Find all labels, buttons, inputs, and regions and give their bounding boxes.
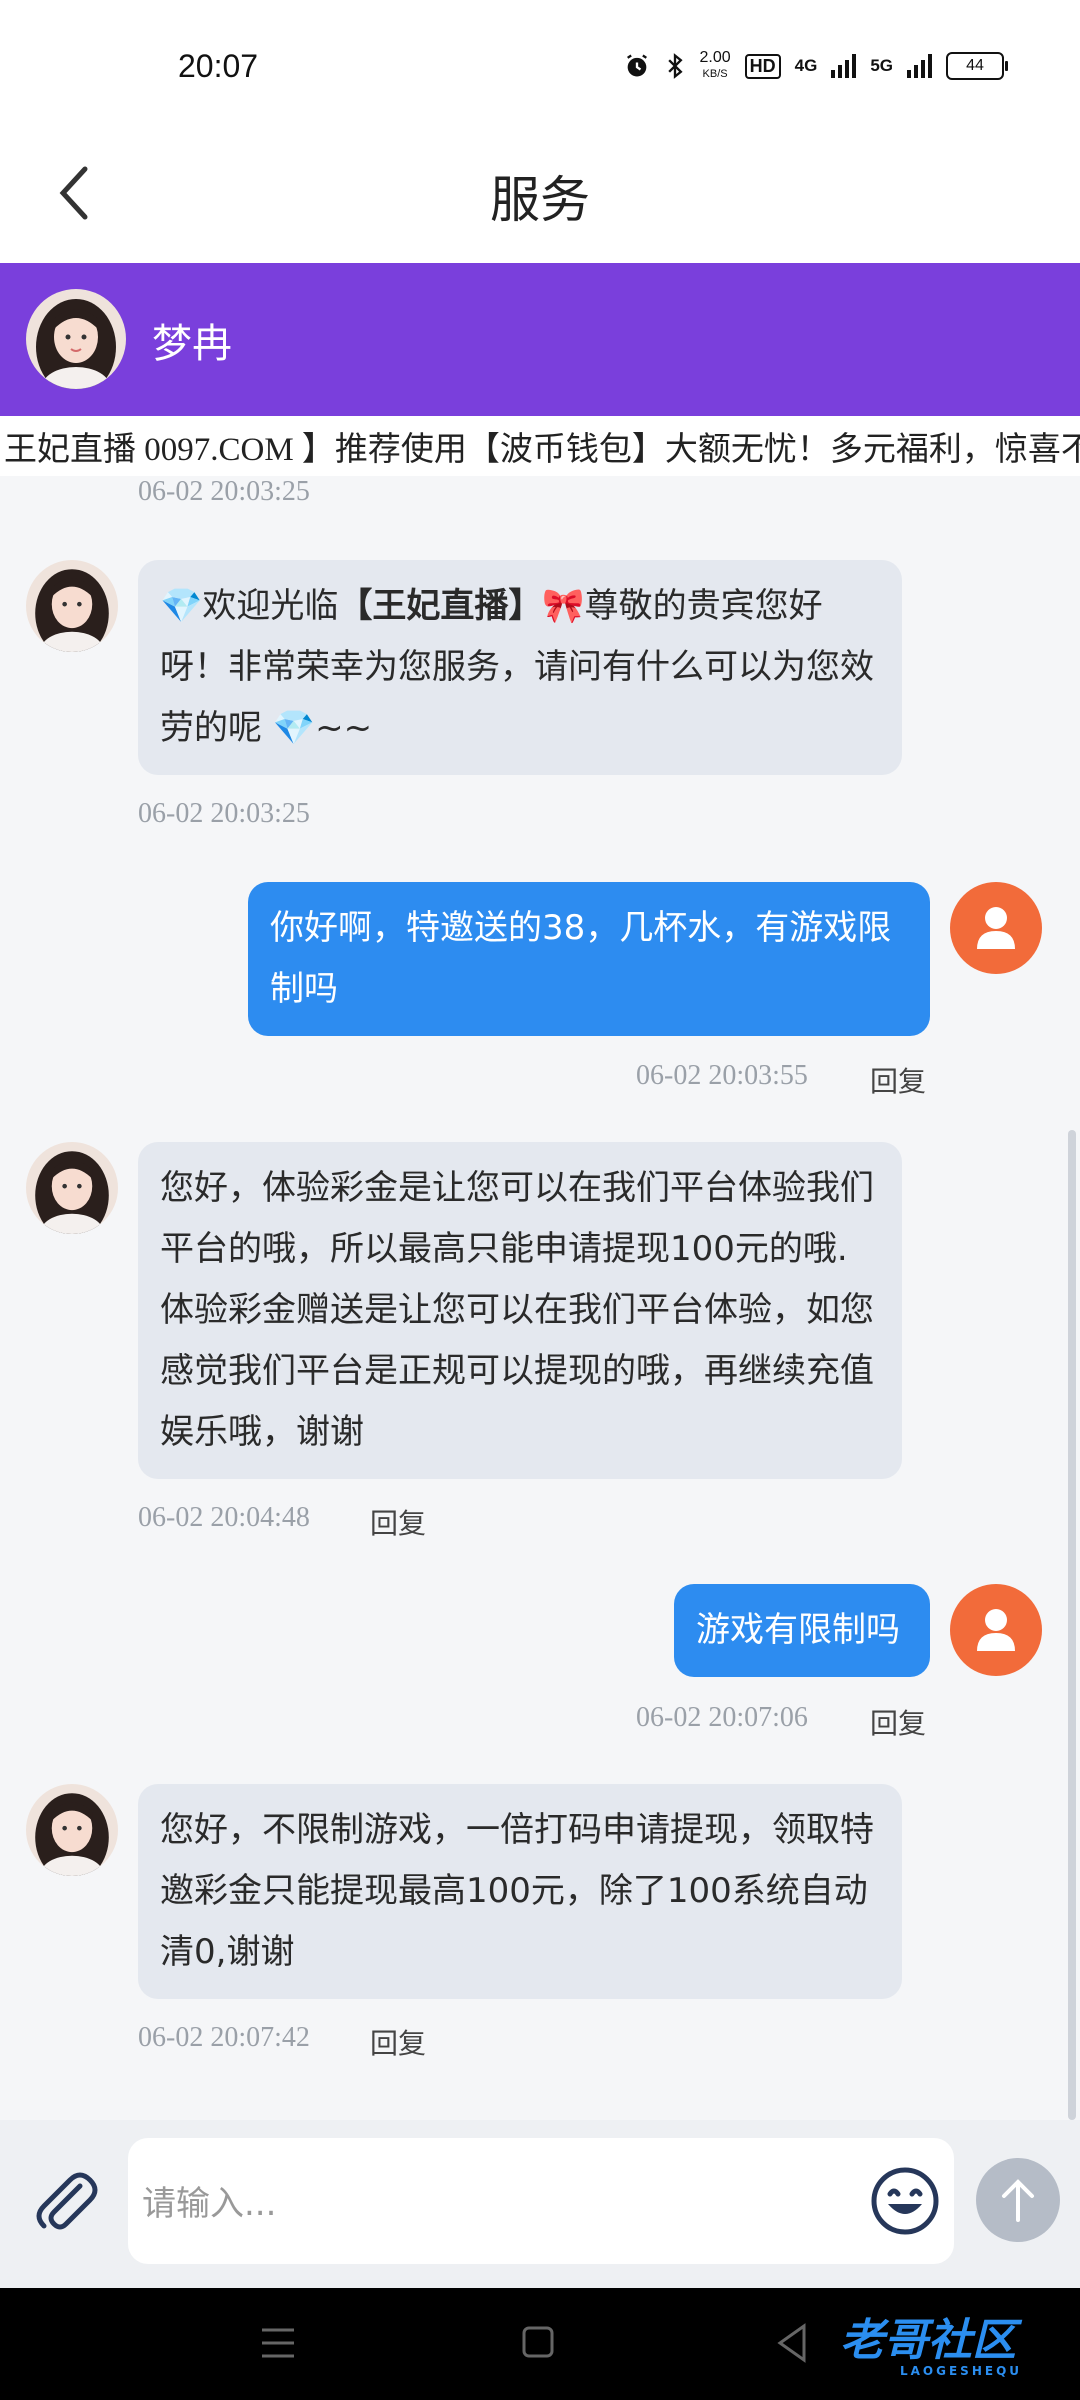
emoji-icon[interactable] xyxy=(870,2166,940,2236)
page-title: 服务 xyxy=(490,171,590,229)
hd-badge: HD xyxy=(744,53,781,79)
marquee-text: 王妃直播 0097.COM 】推荐使用【波币钱包】大额无忧！多元福利，惊喜不断 xyxy=(4,432,1080,468)
menu-icon[interactable] xyxy=(258,2318,298,2368)
status-bar: 20:07 2.00 KB/S HD 4G 5G 44 xyxy=(0,0,1080,130)
signal-icon xyxy=(907,54,932,78)
message-time: 06-02 20:03:55 xyxy=(636,1060,808,1091)
message-text: 💎欢迎光临 xyxy=(160,586,339,626)
composer: 请输入... xyxy=(0,2120,1080,2288)
input-placeholder: 请输入... xyxy=(142,2184,277,2224)
reply-button[interactable]: 回复 xyxy=(370,1502,426,1542)
message-time: 06-02 20:03:25 xyxy=(138,798,310,829)
network-5g: 5G xyxy=(870,56,893,75)
reply-button[interactable]: 回复 xyxy=(370,2022,426,2062)
user-avatar[interactable] xyxy=(950,882,1042,974)
announcement-marquee: 王妃直播 0097.COM 】推荐使用【波币钱包】大额无忧！多元福利，惊喜不断 xyxy=(0,416,1080,476)
signal-icon xyxy=(831,54,857,78)
avatar[interactable] xyxy=(26,1142,118,1234)
user-message: 你好啊，特邀送的38，几杯水，有游戏限制吗 xyxy=(248,882,930,1036)
system-nav-bar: 老哥社区 LAOGESHEQU xyxy=(0,2288,1080,2400)
home-icon[interactable] xyxy=(518,2318,558,2368)
bluetooth-icon xyxy=(668,53,684,79)
user-message: 游戏有限制吗 xyxy=(674,1584,930,1677)
user-avatar[interactable] xyxy=(950,1584,1042,1676)
network-speed: 2.00 KB/S xyxy=(699,50,730,82)
avatar[interactable] xyxy=(26,289,126,389)
clock: 20:07 xyxy=(178,48,259,84)
app-header: 服务 xyxy=(0,130,1080,263)
agent-header: 梦冉 xyxy=(0,263,1080,416)
status-icons: 2.00 KB/S HD 4G 5G 44 xyxy=(623,50,1008,82)
chat-scrollbar[interactable] xyxy=(1068,1130,1076,2120)
speed-unit: KB/S xyxy=(702,68,728,80)
network-4g: 4G xyxy=(794,56,818,75)
chat-list[interactable]: 06-02 20:03:25 💎欢迎光临【王妃直播】🎀尊敬的贵宾您好呀！非常荣幸… xyxy=(0,476,1080,2120)
agent-name: 梦冉 xyxy=(152,321,232,367)
battery-icon: 44 xyxy=(946,52,1008,80)
send-button[interactable] xyxy=(976,2158,1060,2242)
person-icon xyxy=(977,907,1015,949)
message-time: 06-02 20:07:42 xyxy=(138,2022,310,2053)
agent-message: 您好，体验彩金是让您可以在我们平台体验我们平台的哦，所以最高只能申请提现100元… xyxy=(138,1142,902,1479)
person-icon xyxy=(977,1609,1015,1651)
brand-text: 【王妃直播】 xyxy=(338,586,543,626)
paperclip-icon[interactable] xyxy=(30,2164,102,2236)
arrow-up-icon xyxy=(1002,2179,1034,2222)
speed-value: 2.00 xyxy=(699,49,731,66)
avatar[interactable] xyxy=(26,1784,118,1876)
reply-button[interactable]: 回复 xyxy=(870,1060,926,1100)
message-time: 06-02 20:07:06 xyxy=(636,1702,808,1733)
watermark-logo: 老哥社区 LAOGESHEQU xyxy=(840,2304,1022,2378)
reply-button[interactable]: 回复 xyxy=(870,1702,926,1742)
alarm-icon xyxy=(627,54,648,77)
avatar[interactable] xyxy=(26,560,118,652)
message-time: 06-02 20:04:48 xyxy=(138,1502,310,1533)
message-input[interactable]: 请输入... xyxy=(128,2138,954,2264)
watermark-sub: LAOGESHEQU xyxy=(900,2364,1023,2378)
message-time: 06-02 20:03:25 xyxy=(138,476,310,507)
agent-message: 您好，不限制游戏，一倍打码申请提现，领取特邀彩金只能提现最高100元，除了100… xyxy=(138,1784,902,1999)
watermark-text: 老哥社区 xyxy=(840,2315,1016,2366)
agent-message: 💎欢迎光临【王妃直播】🎀尊敬的贵宾您好呀！非常荣幸为您服务，请问有什么可以为您效… xyxy=(138,560,902,775)
back-nav-icon[interactable] xyxy=(772,2318,812,2368)
